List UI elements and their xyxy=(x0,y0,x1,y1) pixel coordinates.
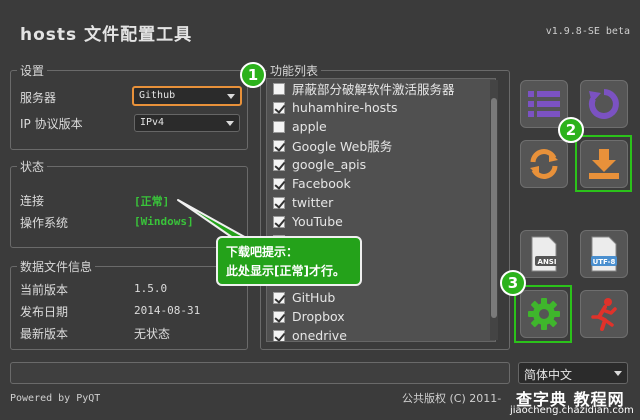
callout-number-3: 3 xyxy=(500,270,526,296)
language-select[interactable]: 简体中文 xyxy=(518,362,628,384)
language-select-value: 简体中文 xyxy=(524,368,573,382)
status-bar xyxy=(10,362,510,384)
copyright: 公共版权 (C) 2011- xyxy=(402,392,502,405)
powered-by: Powered by PyQT xyxy=(10,393,101,404)
watermark-url: jiaocheng.chazidian.com xyxy=(510,405,634,416)
tooltip-line-1: 下载吧提示： xyxy=(226,245,299,259)
callout-number-1: 1 xyxy=(240,62,266,88)
tooltip-line-2: 此处显示[正常]才行。 xyxy=(226,264,345,278)
tooltip-callout: 下载吧提示： 此处显示[正常]才行。 xyxy=(216,236,362,286)
chevron-down-icon xyxy=(614,371,622,376)
callout-number-2: 2 xyxy=(558,117,584,143)
tooltip-pointer xyxy=(177,199,251,241)
